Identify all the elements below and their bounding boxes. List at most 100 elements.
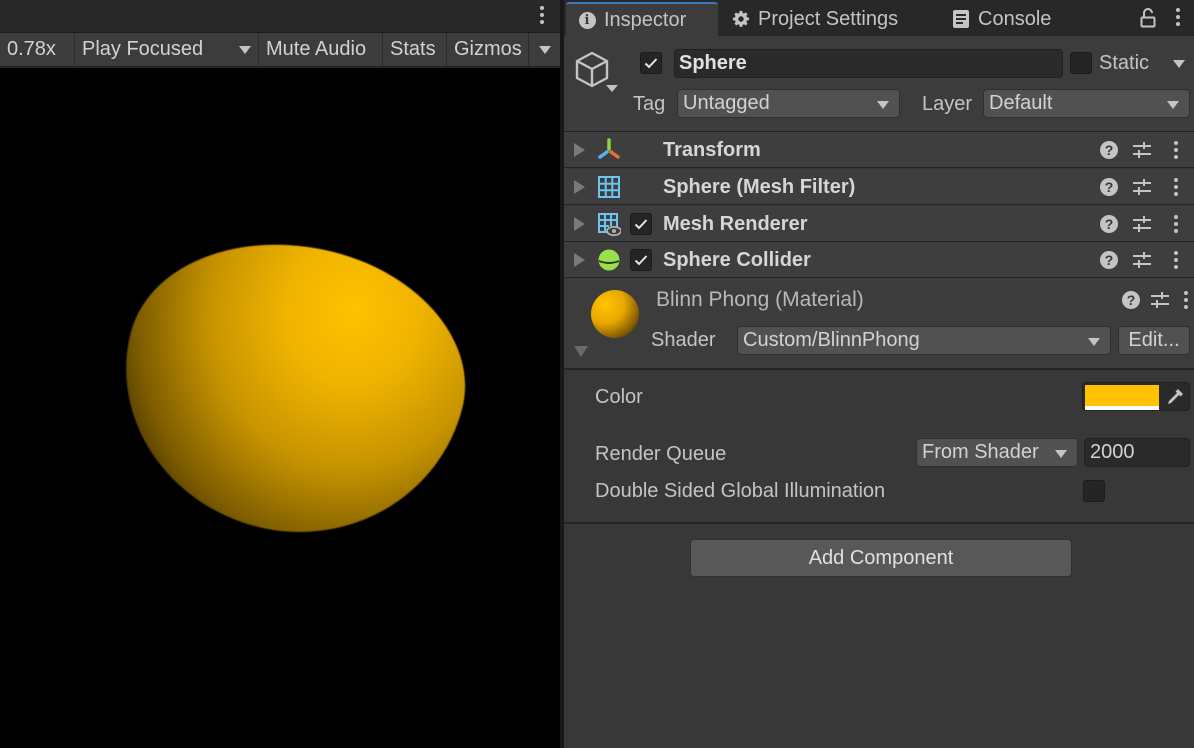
foldout-arrow-icon[interactable] (574, 346, 588, 357)
inspector-panel: i Inspector Project Settings Console Sph… (564, 0, 1194, 748)
info-icon: i (578, 11, 596, 29)
help-icon[interactable]: ? (1100, 215, 1118, 233)
foldout-arrow-icon[interactable] (574, 217, 585, 231)
render-queue-input[interactable]: 2000 (1084, 438, 1190, 467)
component-menu-icon[interactable] (1174, 215, 1178, 233)
mesh-renderer-icon (597, 212, 622, 237)
tab-label: Project Settings (758, 7, 899, 30)
gizmos-dropdown[interactable] (529, 33, 560, 66)
chevron-down-icon (239, 45, 251, 54)
icon-dropdown-icon[interactable] (606, 85, 618, 92)
dsgi-label: Double Sided Global Illumination (595, 480, 886, 502)
component-name: Transform (663, 139, 761, 161)
rendered-sphere (92, 209, 492, 568)
tag-dropdown[interactable]: Untagged (677, 89, 900, 118)
layer-dropdown[interactable]: Default (983, 89, 1190, 118)
inspector-tab-bar: i Inspector Project Settings Console (564, 0, 1194, 36)
tag-value: Untagged (683, 92, 770, 114)
component-mesh-filter[interactable]: Sphere (Mesh Filter) ? (564, 169, 1194, 205)
tab-label: Console (978, 7, 1052, 30)
game-view: 0.78x Play Focused Mute Audio Stats Gizm… (0, 0, 560, 748)
help-icon[interactable]: ? (1100, 178, 1118, 196)
material-menu-icon[interactable] (1184, 291, 1188, 309)
help-icon[interactable]: ? (1100, 251, 1118, 269)
play-mode-value: Play Focused (82, 38, 204, 60)
transform-icon (597, 138, 621, 162)
gameobject-name-input[interactable]: Sphere (674, 49, 1063, 78)
game-view-menu-icon[interactable] (540, 6, 544, 24)
edit-shader-button[interactable]: Edit... (1118, 326, 1190, 355)
shader-label: Shader (651, 329, 716, 351)
render-queue-label: Render Queue (595, 443, 727, 465)
static-checkbox[interactable] (1070, 52, 1092, 74)
shader-value: Custom/BlinnPhong (743, 329, 920, 351)
sphere-collider-icon (597, 248, 621, 272)
component-name: Sphere Collider (663, 249, 811, 271)
color-alpha-bar (1085, 406, 1159, 410)
chevron-down-icon (1088, 338, 1100, 346)
chevron-down-icon (538, 45, 551, 54)
static-dropdown-icon[interactable] (1173, 60, 1185, 68)
chevron-down-icon (877, 101, 889, 109)
tab-inspector[interactable]: i Inspector (566, 2, 718, 36)
component-menu-icon[interactable] (1174, 178, 1178, 196)
color-label: Color (595, 386, 643, 408)
render-queue-mode-value: From Shader (922, 441, 1039, 463)
layer-label: Layer (922, 93, 973, 115)
presets-icon[interactable] (1150, 291, 1170, 315)
inspector-menu-icon[interactable] (1176, 8, 1180, 26)
gameobject-header: Sphere Static Tag Untagged Layer Default (564, 36, 1194, 132)
shader-dropdown[interactable]: Custom/BlinnPhong (737, 326, 1111, 355)
scale-label[interactable]: 0.78x (0, 33, 75, 66)
game-viewport[interactable] (0, 70, 560, 748)
help-icon[interactable]: ? (1122, 291, 1140, 309)
tab-project-settings[interactable]: Project Settings (732, 2, 898, 36)
material-properties: Color Render Queue From Shader 2000 Doub… (564, 370, 1194, 524)
presets-icon[interactable] (1132, 178, 1152, 202)
material-preview (591, 290, 639, 338)
help-icon[interactable]: ? (1100, 141, 1118, 159)
foldout-arrow-icon[interactable] (574, 143, 585, 157)
layer-value: Default (989, 92, 1053, 114)
gameobject-cube-icon[interactable] (574, 51, 610, 95)
foldout-arrow-icon[interactable] (574, 253, 585, 267)
mute-audio-button[interactable]: Mute Audio (259, 33, 383, 66)
material-name: Blinn Phong (Material) (656, 288, 864, 311)
component-name: Sphere (Mesh Filter) (663, 176, 856, 198)
mesh-filter-icon (597, 175, 621, 199)
foldout-arrow-icon[interactable] (574, 180, 585, 194)
game-toolbar: 0.78x Play Focused Mute Audio Stats Gizm… (0, 33, 560, 68)
presets-icon[interactable] (1132, 141, 1152, 165)
stats-button[interactable]: Stats (383, 33, 447, 66)
color-field[interactable] (1082, 382, 1190, 411)
component-transform[interactable]: Transform ? (564, 132, 1194, 168)
play-mode-dropdown[interactable]: Play Focused (75, 33, 259, 66)
active-checkbox[interactable] (640, 52, 662, 74)
lock-icon[interactable] (1140, 8, 1156, 34)
gizmos-button[interactable]: Gizmos (447, 33, 529, 66)
tag-label: Tag (633, 93, 666, 115)
static-label: Static (1099, 52, 1150, 74)
component-menu-icon[interactable] (1174, 141, 1178, 159)
presets-icon[interactable] (1132, 251, 1152, 275)
component-enabled-checkbox[interactable] (630, 249, 652, 271)
component-menu-icon[interactable] (1174, 251, 1178, 269)
component-enabled-checkbox[interactable] (630, 213, 652, 235)
render-queue-mode-dropdown[interactable]: From Shader (916, 438, 1078, 467)
add-component-button[interactable]: Add Component (690, 539, 1072, 577)
component-sphere-collider[interactable]: Sphere Collider ? (564, 242, 1194, 278)
chevron-down-icon (1055, 450, 1067, 458)
console-icon (952, 10, 970, 28)
tab-label: Inspector (604, 8, 687, 31)
tab-console[interactable]: Console (952, 2, 1051, 36)
chevron-down-icon (1167, 101, 1179, 109)
dsgi-checkbox[interactable] (1083, 480, 1105, 502)
gear-icon (732, 10, 750, 28)
component-name: Mesh Renderer (663, 213, 808, 235)
material-section: Blinn Phong (Material) ? Shader Custom/B… (564, 278, 1194, 370)
eyedropper-icon[interactable] (1165, 387, 1185, 410)
game-tab-bar (0, 0, 560, 33)
component-mesh-renderer[interactable]: Mesh Renderer ? (564, 206, 1194, 242)
presets-icon[interactable] (1132, 215, 1152, 239)
color-swatch[interactable] (1085, 385, 1159, 406)
